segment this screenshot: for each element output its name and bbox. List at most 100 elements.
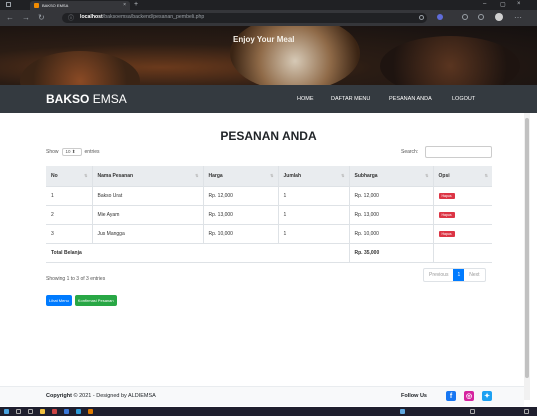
cell-nama: Bakso Urat xyxy=(92,185,204,205)
cell-harga: Rp. 12,000 xyxy=(203,185,279,205)
sort-icon: ⇅ xyxy=(270,172,274,178)
total-empty-cell xyxy=(433,242,492,263)
col-header-opsi[interactable]: Opsi ⇅ xyxy=(433,166,492,186)
cell-opsi: Hapus xyxy=(433,185,492,205)
nav-daftar-menu[interactable]: DAFTAR MENU xyxy=(331,96,370,102)
url-host: localhost xyxy=(80,14,103,20)
pager-previous[interactable]: Previous xyxy=(424,269,453,281)
cell-subharga: Rp. 13,000 xyxy=(349,204,434,224)
close-window-button[interactable]: × xyxy=(517,1,521,7)
browser-tab[interactable]: BAKSO EMSA × xyxy=(30,1,130,10)
site-info-icon[interactable]: ⓘ xyxy=(68,13,74,22)
cell-no: 2 xyxy=(46,204,93,224)
entries-select-value: 10 xyxy=(65,149,71,154)
copyright-label: Copyright xyxy=(46,393,72,399)
weather-icon[interactable] xyxy=(400,409,405,414)
search-input[interactable] xyxy=(425,146,492,158)
facebook-icon[interactable]: f xyxy=(446,391,456,401)
address-row: ← → ↻ ⓘ localhost/baksoemsa/backend/pesa… xyxy=(0,10,537,26)
notification-icon[interactable] xyxy=(524,409,529,414)
hapus-button[interactable]: Hapus xyxy=(438,192,455,199)
sort-icon: ⇅ xyxy=(84,172,88,178)
nav-home[interactable]: HOME xyxy=(297,96,314,102)
food-image-left xyxy=(20,51,140,85)
tab-close-icon[interactable]: × xyxy=(123,2,126,8)
cell-jumlah: 1 xyxy=(278,223,350,243)
file-explorer-icon[interactable] xyxy=(40,409,45,414)
cell-jumlah: 1 xyxy=(278,185,350,205)
cell-nama: Mie Ayam xyxy=(92,204,204,224)
forward-icon[interactable]: → xyxy=(22,13,30,22)
col-header-label: No xyxy=(51,172,58,179)
page-footer: Copyright © 2021 - Designed by ALDIEMSA … xyxy=(0,386,524,406)
col-header-label: Harga xyxy=(208,172,223,179)
xampp-icon[interactable] xyxy=(88,409,93,414)
hapus-button[interactable]: Hapus xyxy=(438,211,455,218)
cell-subharga: Rp. 12,000 xyxy=(349,185,434,205)
vscode-icon[interactable] xyxy=(76,409,81,414)
page-title: PESANAN ANDA xyxy=(220,129,317,143)
url-path: /baksoemsa/backend/pesanan_pembeli.php xyxy=(102,14,205,20)
cell-nama: Jus Mangga xyxy=(92,223,204,243)
maximize-button[interactable]: ▢ xyxy=(500,1,506,8)
address-bar[interactable]: ⓘ localhost/baksoemsa/backend/pesanan_pe… xyxy=(62,13,427,23)
scrollbar-thumb[interactable] xyxy=(525,118,529,378)
col-header-no[interactable]: No ⇅ xyxy=(46,166,93,186)
new-tab-button[interactable]: + xyxy=(134,1,138,8)
nav-logout[interactable]: LOGOUT xyxy=(452,96,475,102)
search-icon[interactable] xyxy=(16,409,21,414)
sort-icon: ⇅ xyxy=(484,172,488,178)
app-icon[interactable] xyxy=(52,409,57,414)
page-length-control: Show 10 ⬍ entries xyxy=(46,148,100,156)
os-taskbar xyxy=(0,407,537,416)
col-header-harga[interactable]: Harga ⇅ xyxy=(203,166,279,186)
edge-icon[interactable] xyxy=(64,409,69,414)
task-view-icon[interactable] xyxy=(28,409,33,414)
table-header-row: No ⇅ Nama Pesanan ⇅ Harga ⇅ Jumlah ⇅ Subharg… xyxy=(46,166,492,186)
pager-next[interactable]: Next xyxy=(464,269,484,281)
total-row: Total Belanja Rp. 35,000 xyxy=(46,242,492,263)
col-header-nama[interactable]: Nama Pesanan ⇅ xyxy=(92,166,204,186)
cell-opsi: Hapus xyxy=(433,204,492,224)
search-label: Search: xyxy=(401,149,419,155)
window-menu-icon[interactable] xyxy=(6,2,11,7)
col-header-jumlah[interactable]: Jumlah ⇅ xyxy=(278,166,350,186)
start-icon[interactable] xyxy=(4,409,9,414)
reload-icon[interactable]: ↻ xyxy=(38,13,45,22)
follow-us-label: Follow Us xyxy=(401,393,427,399)
collections-icon[interactable] xyxy=(478,14,484,20)
table-row: 2 Mie Ayam Rp. 13,000 1 Rp. 13,000 Hapus xyxy=(46,204,492,224)
browser-tab-bar: BAKSO EMSA × + – ▢ × xyxy=(0,0,537,10)
orders-table: No ⇅ Nama Pesanan ⇅ Harga ⇅ Jumlah ⇅ Subharg… xyxy=(46,166,492,263)
back-icon[interactable]: ← xyxy=(6,13,14,22)
col-header-subharga[interactable]: Subharga ⇅ xyxy=(349,166,434,186)
profile-avatar[interactable] xyxy=(495,13,503,21)
cell-jumlah: 1 xyxy=(278,204,350,224)
action-buttons: Lihat Menu Konfirmasi Pesanan xyxy=(46,295,117,306)
instagram-icon[interactable]: ◎ xyxy=(464,391,474,401)
zoom-icon[interactable] xyxy=(419,15,424,20)
sort-icon: ⇅ xyxy=(425,172,429,178)
browser-menu-icon[interactable]: ⋯ xyxy=(514,13,522,22)
minimize-button[interactable]: – xyxy=(483,1,486,7)
col-header-label: Opsi xyxy=(438,172,450,179)
sort-icon: ⇅ xyxy=(341,172,345,178)
konfirmasi-pesanan-button[interactable]: Konfirmasi Pesanan xyxy=(74,295,117,306)
favorites-icon[interactable] xyxy=(462,14,468,20)
lihat-menu-button[interactable]: Lihat Menu xyxy=(46,295,72,306)
extension-icon[interactable] xyxy=(437,14,443,20)
twitter-icon[interactable]: ✦ xyxy=(482,391,492,401)
cell-subharga: Rp. 10,000 xyxy=(349,223,434,243)
pager-page-1[interactable]: 1 xyxy=(453,269,465,281)
table-row: 1 Bakso Urat Rp. 12,000 1 Rp. 12,000 Hap… xyxy=(46,185,492,205)
cell-opsi: Hapus xyxy=(433,223,492,243)
cell-no: 1 xyxy=(46,185,93,205)
table-row: 3 Jus Mangga Rp. 10,000 1 Rp. 10,000 Hap… xyxy=(46,223,492,243)
nav-pesanan-anda[interactable]: PESANAN ANDA xyxy=(389,96,432,102)
brand-logo[interactable]: BAKSO EMSA xyxy=(46,92,127,106)
hapus-button[interactable]: Hapus xyxy=(438,230,455,237)
main-navbar: BAKSO EMSA HOME DAFTAR MENU PESANAN ANDA… xyxy=(0,85,537,113)
network-icon[interactable] xyxy=(470,409,475,414)
brand-rest: EMSA xyxy=(92,92,127,106)
entries-select[interactable]: 10 ⬍ xyxy=(61,148,82,156)
